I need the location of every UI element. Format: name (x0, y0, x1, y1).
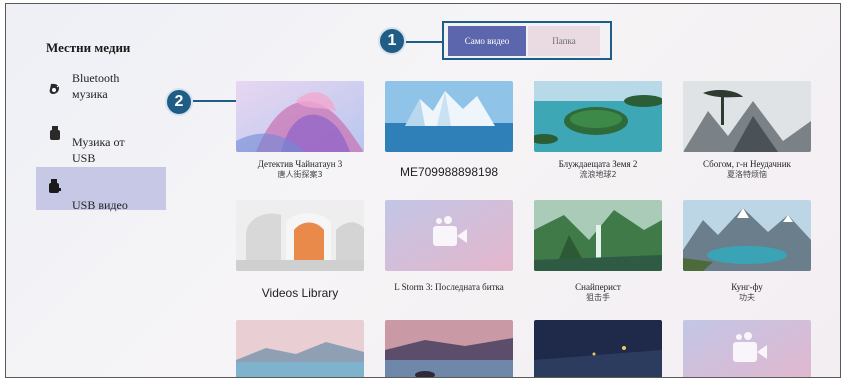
video-thumbnail-placeholder[interactable] (683, 320, 811, 377)
video-thumbnail-alpine-lake[interactable] (683, 200, 811, 271)
tab-only-videos[interactable]: Само видео (448, 26, 526, 56)
media-screen: Местни медии Bluetooth музика Музика от … (5, 3, 841, 378)
callout-1-badge: 1 (378, 27, 406, 55)
sidebar-item-usb-video[interactable]: USB видео (36, 167, 166, 212)
sidebar-item-label: Bluetooth (72, 71, 120, 85)
video-title: Снайперист 狙击手 (575, 282, 621, 302)
video-title: Videos Library (261, 286, 339, 300)
video-title: L Storm 3: Последната битка (394, 282, 504, 292)
usb-video-icon (48, 179, 62, 193)
callout-2-line (193, 100, 237, 102)
video-title: Блуждаещата Земя 2 流浪地球2 (558, 159, 638, 179)
video-thumbnail-night-coast[interactable] (534, 320, 662, 377)
video-thumbnail-dusk-rocks[interactable] (385, 320, 513, 377)
video-thumbnail-island[interactable] (534, 81, 662, 152)
callout-1-line (406, 41, 444, 43)
video-thumbnail-forest-falls[interactable] (534, 200, 662, 271)
video-thumbnail-glacier[interactable] (385, 81, 513, 152)
usb-music-icon (48, 126, 62, 140)
sidebar-item-label-2: USB (72, 151, 96, 165)
video-title: Сбогом, г-н Неудачник 夏洛特烦恼 (703, 159, 791, 179)
video-thumbnail-placeholder[interactable] (385, 200, 513, 271)
sidebar-item-usb-music[interactable]: Музика от USB (36, 126, 166, 170)
video-thumbnail-lake-sunset[interactable] (236, 320, 364, 377)
sidebar-item-label-2: музика (72, 87, 108, 101)
sidebar-title: Местни медии (46, 40, 131, 55)
sidebar-item-label: Музика от (72, 135, 125, 149)
video-thumbnail-mountain-tree[interactable] (683, 81, 811, 152)
bluetooth-music-icon (48, 82, 62, 96)
video-title: Детектив Чайнатаун 3 唐人街探案3 (257, 159, 343, 179)
callout-2-badge: 2 (165, 88, 193, 116)
filter-tabs: Само видео Папка (442, 21, 612, 60)
video-thumbnail-arches[interactable] (236, 200, 364, 271)
tab-folder[interactable]: Папка (528, 26, 600, 56)
video-title: ME709988898198 (399, 165, 499, 179)
sidebar-item-bluetooth-music[interactable]: Bluetooth музика (36, 68, 166, 112)
video-title: Кунг-фу 功夫 (731, 282, 763, 302)
video-thumbnail-flower[interactable] (236, 81, 364, 152)
sidebar-item-label: USB видео (72, 198, 128, 212)
